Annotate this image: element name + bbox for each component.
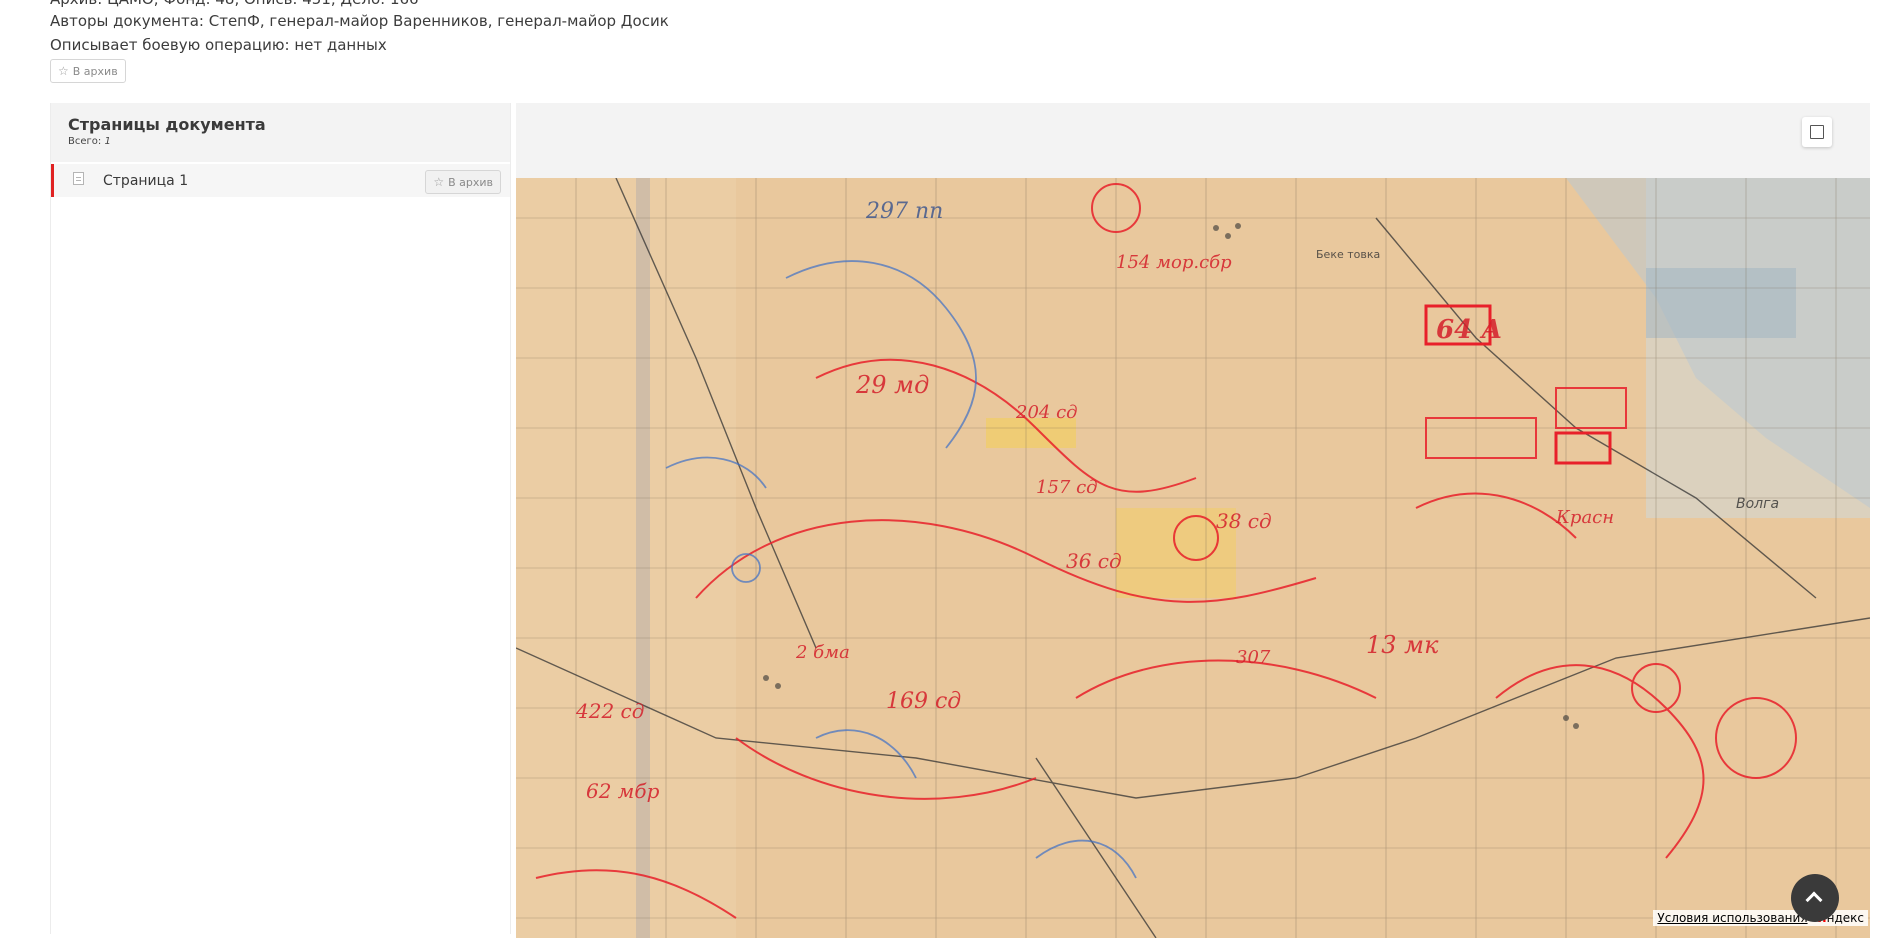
- document-icon: [73, 172, 84, 185]
- star-icon: ☆: [433, 175, 445, 189]
- map-label: 169 сд: [886, 689, 961, 714]
- map-label: 307: [1236, 647, 1271, 668]
- map-label: 2 бма: [795, 642, 850, 663]
- map-label: 13 мк: [1366, 631, 1439, 659]
- map-label: Беке товка: [1316, 248, 1380, 261]
- map-label: 154 мор.сбр: [1116, 252, 1232, 273]
- page-archive-button[interactable]: ☆ В архив: [425, 170, 501, 194]
- document-meta: Архив: ЦАМО, Фонд: 48, Опись: 451, Дело:…: [50, 0, 669, 57]
- map-image[interactable]: 297 пп 29 мд 169 сд 422 сд 64 А 13 мк 36…: [516, 178, 1870, 938]
- map-label: Красн: [1555, 507, 1614, 528]
- map-label: 38 сд: [1216, 509, 1272, 533]
- authors-line: Авторы документа: СтепФ, генерал-майор В…: [50, 12, 669, 30]
- map-drawing: 297 пп 29 мд 169 сд 422 сд 64 А 13 мк 36…: [516, 178, 1870, 938]
- page-item-label: Страница 1: [103, 173, 189, 189]
- pages-title: Страницы документа: [68, 115, 266, 134]
- star-icon: ☆: [58, 64, 69, 78]
- map-label: 204 сд: [1015, 402, 1078, 423]
- document-archive-button[interactable]: ☆ В архив: [50, 59, 126, 83]
- page-viewer: 297 пп 29 мд 169 сд 422 сд 64 А 13 мк 36…: [516, 103, 1870, 938]
- pages-total-label: Всего:: [68, 136, 102, 147]
- operation-line: Описывает боевую операцию: нет данных: [50, 36, 387, 54]
- page-archive-label: В архив: [448, 175, 493, 189]
- pages-panel: Страницы документа Всего: 1 Страница 1 ☆…: [50, 103, 511, 934]
- pages-count: Всего: 1: [68, 136, 493, 147]
- map-label-blue: 297 пп: [865, 199, 943, 224]
- page-list-item[interactable]: Страница 1 ☆ В архив: [51, 164, 510, 197]
- map-label: 62 мбр: [586, 779, 660, 803]
- fullscreen-icon: [1810, 125, 1824, 139]
- pages-header: Страницы документа Всего: 1: [51, 103, 510, 162]
- map-label: 422 сд: [575, 699, 644, 723]
- document-archive-label: В архив: [72, 64, 118, 78]
- fullscreen-button[interactable]: [1802, 117, 1832, 147]
- scroll-to-top-button[interactable]: [1791, 874, 1839, 922]
- map-label: 29 мд: [855, 371, 929, 399]
- map-copyright: Условия использования Яндекс: [1653, 910, 1868, 926]
- chevron-up-icon: [1805, 891, 1823, 909]
- map-label: Волга: [1736, 496, 1779, 512]
- map-label: 157 сд: [1036, 477, 1098, 498]
- pages-total-value: 1: [104, 136, 111, 147]
- map-label: 36 сд: [1066, 549, 1122, 573]
- map-label: 64 А: [1436, 315, 1502, 345]
- map-terms-link[interactable]: Условия использования: [1657, 911, 1807, 925]
